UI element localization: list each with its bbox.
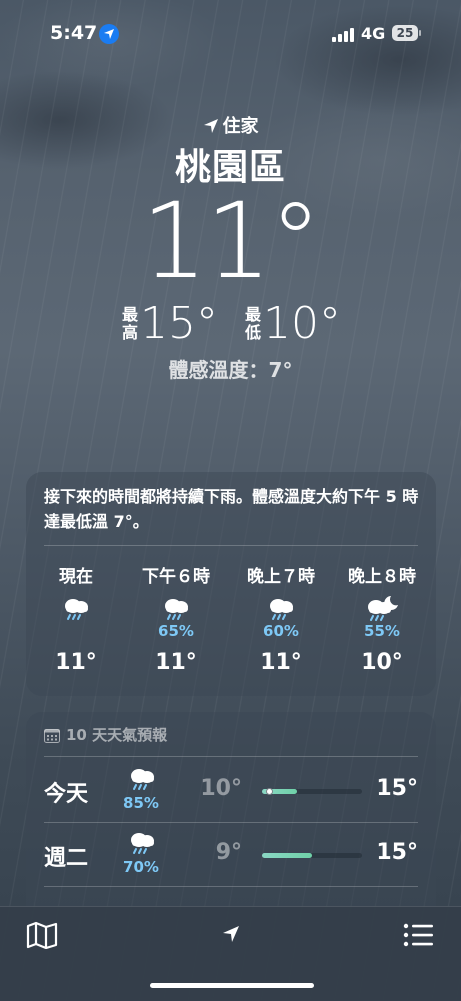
night-rain-cloud-icon (332, 594, 432, 622)
cellular-signal-icon (332, 28, 354, 42)
divider (44, 886, 418, 887)
feels-like: 體感溫度：7° (168, 358, 293, 382)
hour-temp: 11° (260, 650, 302, 675)
location-services-icon (99, 24, 119, 44)
rain-cloud-icon (124, 764, 160, 796)
precip-chance: 60% (263, 622, 299, 640)
precip-chance: 65% (158, 622, 194, 640)
low-temp: 9° (215, 840, 242, 865)
hour-item: 現在 11° (26, 562, 126, 675)
rain-cloud-icon (126, 594, 226, 622)
high-temp: 15° (376, 776, 418, 801)
high-label: 最高 (121, 305, 138, 342)
hour-item: 晚上７時 60% 11° (231, 562, 331, 675)
ten-day-forecast-card[interactable]: 10 天天氣預報 今天 85% 10° 15° 週二 70% 9° 15° (26, 712, 436, 912)
bottom-toolbar (0, 906, 461, 1001)
temp-range-bar (262, 788, 362, 795)
divider (44, 545, 418, 546)
precip-chance (26, 622, 126, 640)
calendar-icon (44, 729, 60, 743)
location-label-text: 住家 (222, 116, 259, 137)
high-temp: 15° (376, 840, 418, 865)
location-label: 住家 (0, 112, 461, 138)
high-temp-group: 最高15° (120, 298, 218, 349)
status-time: 5:47 (50, 22, 98, 44)
hour-temp: 11° (55, 650, 97, 675)
rain-cloud-icon (231, 594, 331, 622)
current-temp-marker (266, 788, 273, 795)
hour-label: 晚上７時 (247, 567, 315, 587)
hour-label: 晚上８時 (348, 567, 416, 587)
hour-temp: 10° (361, 650, 403, 675)
battery-icon: 25 (392, 25, 418, 41)
hour-label: 現在 (59, 567, 93, 587)
low-label: 最低 (245, 305, 262, 342)
precip-chance: 85% (123, 794, 159, 812)
temp-range-bar (262, 853, 362, 858)
temp-range-fill (262, 853, 312, 858)
network-type: 4G (361, 24, 386, 43)
hour-label: 下午６時 (142, 567, 210, 587)
hour-item: 晚上８時 55% 10° (332, 562, 432, 675)
ten-day-title-text: 10 天天氣預報 (66, 726, 168, 744)
divider (44, 756, 418, 757)
high-low: 最高15° 最低10° (0, 298, 461, 349)
day-name: 週二 (44, 846, 89, 871)
day-name: 今天 (44, 782, 89, 807)
hour-temp: 11° (155, 650, 197, 675)
status-bar: 5:47 4G 25 (0, 22, 461, 48)
forecast-summary: 接下來的時間都將持續下雨。體感溫度大約下午 5 時達最低溫 7°。 (44, 487, 419, 531)
rain-cloud-icon (124, 828, 160, 860)
rain-cloud-icon (26, 594, 126, 622)
day-row[interactable]: 週二 70% 9° 15° (26, 824, 436, 884)
low-temp: 10° (263, 298, 342, 349)
day-row[interactable]: 今天 85% 10° 15° (26, 760, 436, 820)
location-arrow-icon (203, 119, 218, 133)
high-temp: 15° (139, 298, 218, 349)
list-icon[interactable] (402, 921, 434, 953)
hourly-forecast-card[interactable]: 接下來的時間都將持續下雨。體感溫度大約下午 5 時達最低溫 7°。 現在 11°… (26, 472, 436, 696)
current-temperature: 11° (141, 180, 321, 302)
battery-cap (419, 30, 421, 36)
low-temp-group: 最低10° (243, 298, 341, 349)
precip-chance: 70% (123, 858, 159, 876)
map-icon[interactable] (26, 921, 58, 953)
home-indicator[interactable] (150, 983, 314, 988)
ten-day-title: 10 天天氣預報 (44, 724, 167, 745)
precip-chance: 55% (364, 622, 400, 640)
hour-item: 下午６時 65% 11° (126, 562, 226, 675)
low-temp: 10° (200, 776, 242, 801)
location-arrow-icon[interactable] (222, 925, 240, 947)
divider (44, 822, 418, 823)
